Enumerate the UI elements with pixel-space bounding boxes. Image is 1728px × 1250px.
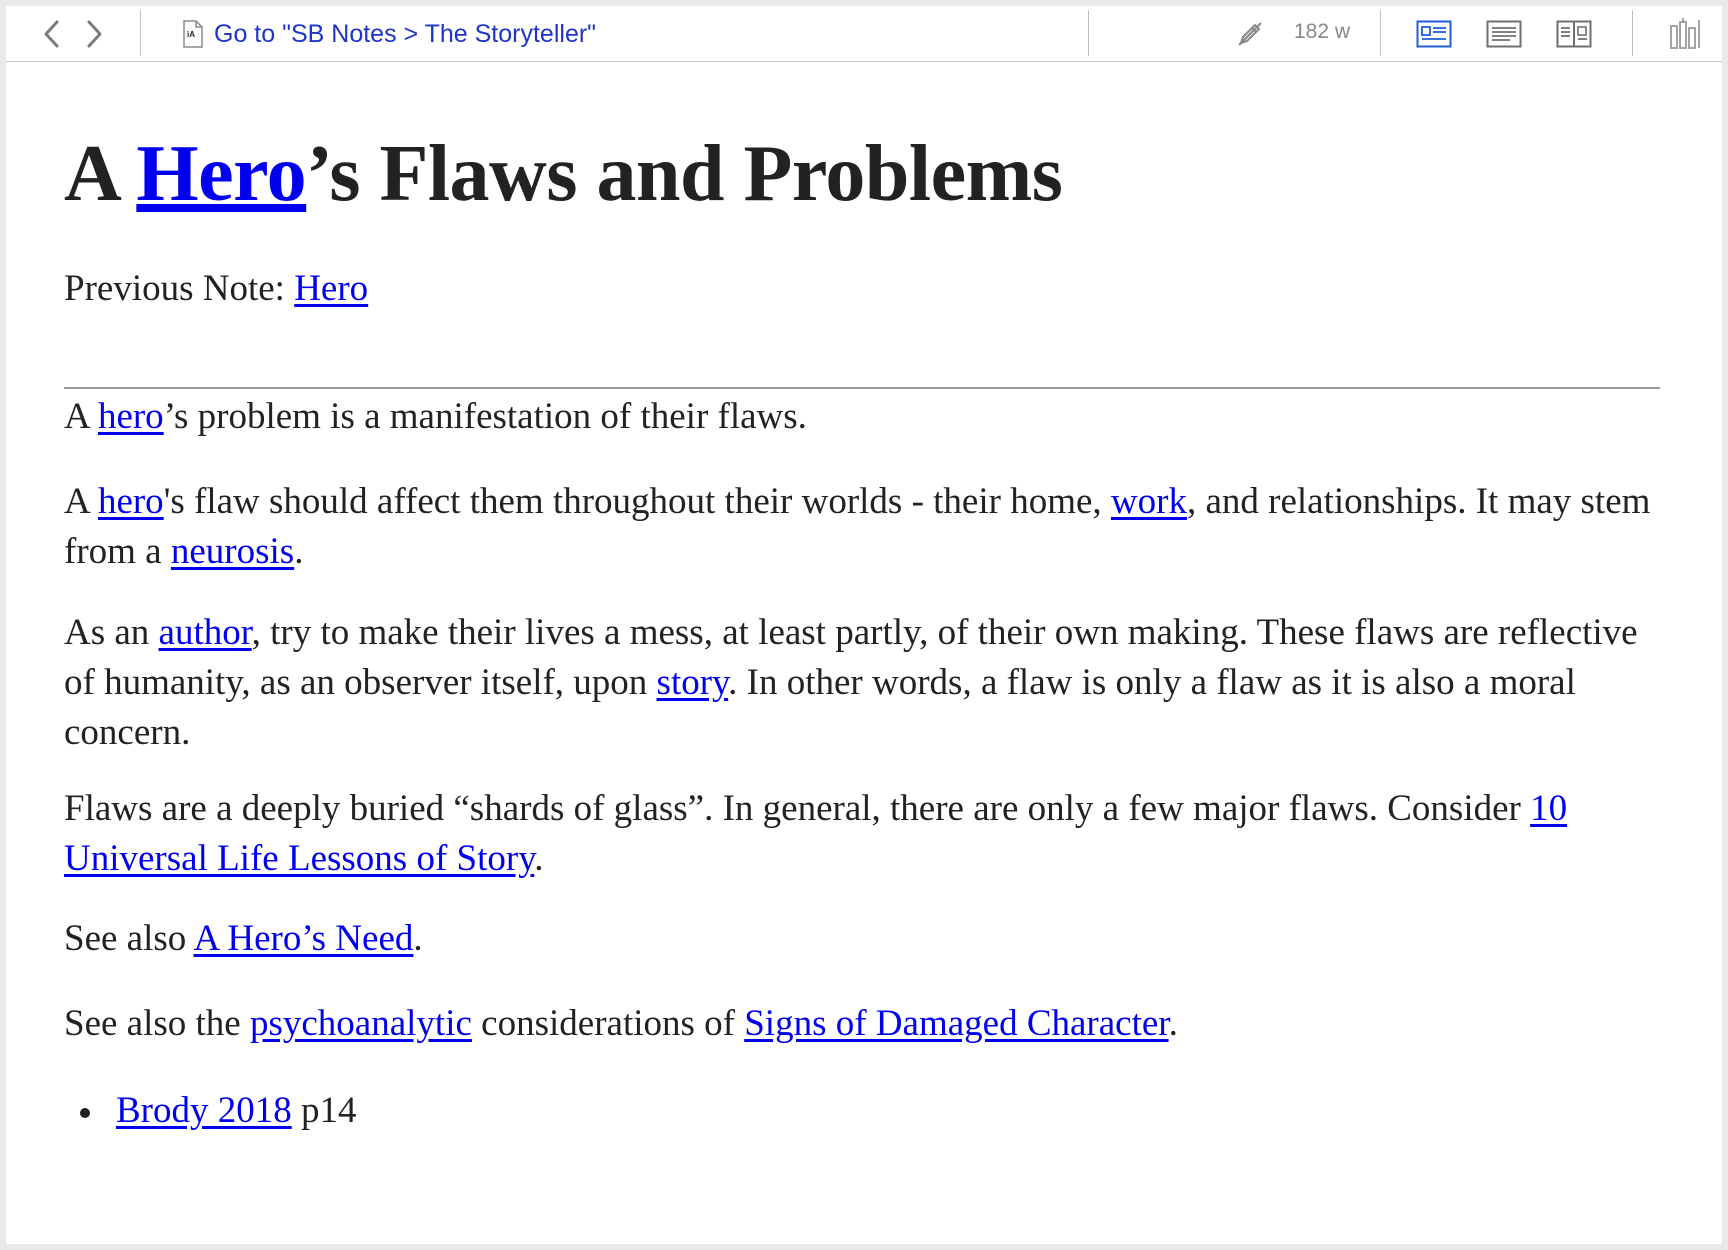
word-count[interactable]: 182 w [1294, 20, 1350, 44]
chevron-left-icon [44, 20, 59, 48]
go-to-label: Go to "SB Notes > The Storyteller" [214, 19, 597, 48]
focus-mode-button[interactable] [1230, 14, 1270, 54]
text-layout-icon [1486, 20, 1522, 48]
preview-layout-icon [1416, 20, 1452, 48]
style-check-button[interactable] [1666, 14, 1706, 54]
editor-window: iA Go to "SB Notes > The Storyteller" 18… [6, 6, 1722, 1244]
previous-note-link[interactable]: Hero [294, 268, 368, 309]
preview-mode-button[interactable] [1414, 14, 1454, 54]
previous-note: Previous Note: Hero [64, 268, 369, 309]
paragraph-3: As an author, try to make their lives a … [64, 612, 1638, 753]
back-button[interactable] [32, 14, 72, 54]
hero-link[interactable]: hero [98, 396, 164, 437]
toolbar: iA Go to "SB Notes > The Storyteller" 18… [6, 6, 1722, 62]
document-icon: iA [183, 20, 203, 48]
columns-tools-icon [1670, 18, 1700, 49]
psychoanalytic-link[interactable]: psychoanalytic [250, 1003, 472, 1044]
brody-2018-link[interactable]: Brody 2018 [116, 1090, 292, 1131]
editor-mode-button[interactable] [1484, 14, 1524, 54]
split-mode-button[interactable] [1554, 14, 1594, 54]
paragraph-4: Flaws are a deeply buried “shards of gla… [64, 788, 1568, 879]
title-hero-link[interactable]: Hero [136, 130, 306, 218]
paragraph-5: See also A Hero’s Need. [64, 918, 423, 959]
chevron-right-icon [87, 20, 102, 48]
go-to-note-button[interactable]: iA Go to "SB Notes > The Storyteller" [182, 16, 596, 52]
hero-link[interactable]: hero [98, 481, 164, 522]
list-item: Brody 2018 p14 [80, 1086, 357, 1136]
split-layout-icon [1556, 20, 1592, 48]
damaged-character-link[interactable]: Signs of Damaged Character [744, 1003, 1168, 1044]
bullet-icon [80, 1108, 90, 1118]
story-link[interactable]: story [657, 662, 729, 703]
work-link[interactable]: work [1111, 481, 1187, 522]
toolbar-divider [1088, 10, 1089, 56]
toolbar-divider [1380, 10, 1381, 56]
toolbar-divider [140, 10, 141, 56]
pen-off-icon [1238, 22, 1262, 46]
toolbar-divider [1632, 10, 1633, 56]
paragraph-2: A hero's flaw should affect them through… [64, 481, 1651, 572]
page-title: A Hero’s Flaws and Problems [64, 130, 1063, 218]
paragraph-1: A hero’s problem is a manifestation of t… [64, 396, 807, 437]
heros-need-link[interactable]: A Hero’s Need [193, 918, 413, 959]
forward-button[interactable] [74, 14, 114, 54]
paragraph-6: See also the psychoanalytic consideratio… [64, 1003, 1178, 1044]
neurosis-link[interactable]: neurosis [171, 531, 294, 572]
svg-text:iA: iA [187, 30, 195, 39]
author-link[interactable]: author [159, 612, 252, 653]
divider-rule [64, 387, 1660, 389]
